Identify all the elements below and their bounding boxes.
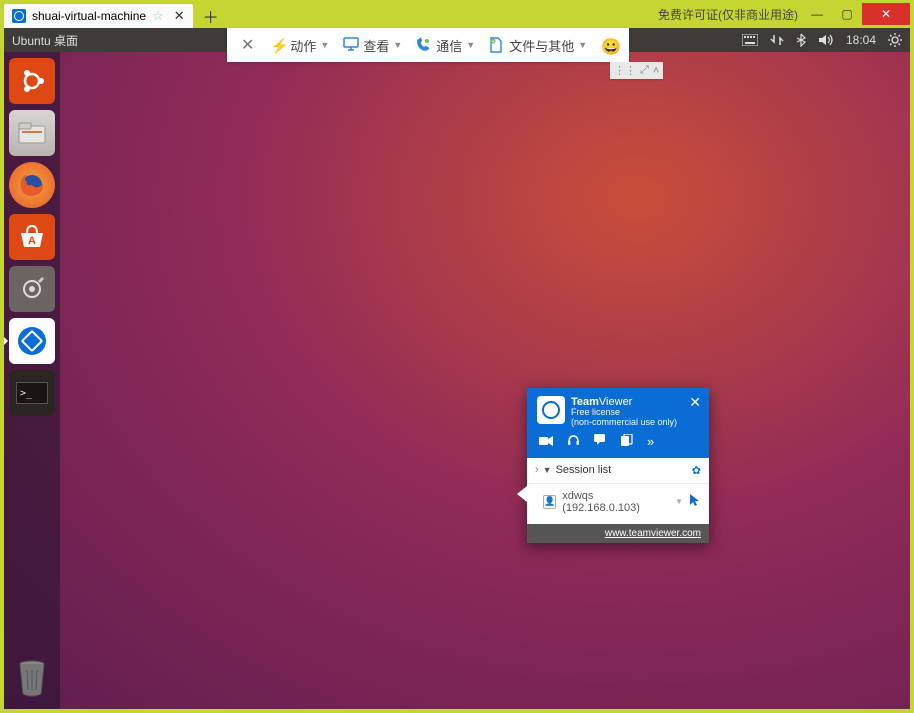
gear-icon[interactable] [888,33,902,47]
remote-toolbar: ✕ ⚡ 动作 ▼ 查看 ▼ 通信 ▼ + 文件与其他 ▼ 😀 [227,28,629,62]
more-icon[interactable]: » [647,434,654,450]
maximize-button[interactable]: ▢ [832,3,862,25]
settings-launcher[interactable] [9,266,55,312]
toolbar-comm-label: 通信 [436,36,462,55]
window-controls: — ▢ ✕ [802,3,910,25]
trash-launcher[interactable] [9,655,55,701]
chevron-down-icon: ▼ [393,40,402,50]
collapse-icon[interactable]: ▼ [543,465,552,475]
license-line2: (non-commercial use only) [571,418,677,428]
session-entry[interactable]: 👤 xdwqs (192.168.0.103) ▼ [527,484,709,524]
files-launcher[interactable] [9,110,55,156]
dropdown-icon[interactable]: ▼ [675,497,683,506]
minimize-button[interactable]: — [802,3,832,25]
panel-actions: » [537,428,699,452]
phone-icon [416,37,432,53]
chevron-up-icon: ˄ [653,65,659,77]
tab-title: shuai-virtual-machine [32,9,146,23]
dash-button[interactable] [9,58,55,104]
toolbar-action[interactable]: ⚡ 动作 ▼ [264,34,335,57]
toolbar-handle[interactable]: ⋮⋮ ⤢ ˄ [610,62,663,79]
software-center-launcher[interactable]: A [9,214,55,260]
toolbar-feedback[interactable]: 😀 [595,35,623,55]
video-icon[interactable] [539,434,553,450]
unity-launcher: A >_ [4,52,60,709]
session-list-label: Session list [556,464,612,476]
headset-icon[interactable] [567,434,580,450]
teamviewer-logo-icon [537,396,565,424]
files-icon[interactable] [621,434,633,450]
session-settings-icon[interactable]: ✿ [692,464,701,477]
license-text: 免费许可证(仅非商业用途) [658,6,798,23]
panel-close-icon[interactable]: ✕ [689,394,701,411]
expand-arrows-icon: ⤢ [640,64,649,77]
bluetooth-icon[interactable] [796,33,806,47]
panel-footer-link[interactable]: www.teamviewer.com [527,524,709,543]
remote-desktop: Ubuntu 桌面 18:04 [4,28,910,709]
toolbar-files-label: 文件与其他 [509,36,574,55]
expand-icon[interactable]: › [535,464,539,476]
smile-icon: 😀 [601,37,617,53]
user-icon: 👤 [543,495,556,509]
chevron-down-icon: ▼ [466,40,475,50]
chevron-down-icon: ▼ [578,40,587,50]
new-tab-button[interactable]: ＋ [199,4,223,28]
teamviewer-launcher[interactable] [9,318,55,364]
toolbar-view-label: 查看 [363,36,389,55]
menubar-label[interactable]: Ubuntu 桌面 [12,32,78,49]
teamviewer-panel: ✕ TeamViewer Free license (non-commercia… [527,388,709,543]
session-list-header[interactable]: › ▼ Session list ✿ [527,458,709,484]
close-button[interactable]: ✕ [862,3,910,25]
toolbar-action-label: 动作 [290,36,316,55]
session-entry-label: xdwqs (192.168.0.103) [562,490,667,514]
tab-close-icon[interactable]: ✕ [174,8,185,24]
terminal-launcher[interactable]: >_ [9,370,55,416]
toolbar-files[interactable]: + 文件与其他 ▼ [483,34,593,57]
grip-icon: ⋮⋮ [614,64,636,77]
window-titlebar: shuai-virtual-machine ☆ ✕ ＋ 免费许可证(仅非商业用途… [0,0,914,28]
file-icon: + [489,37,505,53]
keyboard-icon[interactable] [742,34,758,46]
chevron-down-icon: ▼ [320,40,329,50]
chat-icon[interactable] [594,434,607,450]
bolt-icon: ⚡ [270,37,286,53]
monitor-icon [343,37,359,53]
svg-text:+: + [492,39,495,45]
toolbar-view[interactable]: 查看 ▼ [337,34,408,57]
panel-arrow [517,486,527,502]
toolbar-comm[interactable]: 通信 ▼ [410,34,481,57]
svg-text:A: A [28,235,36,247]
volume-icon[interactable] [818,33,834,47]
star-icon[interactable]: ☆ [152,8,164,24]
panel-header: ✕ TeamViewer Free license (non-commercia… [527,388,709,458]
firefox-launcher[interactable] [9,162,55,208]
teamviewer-icon [12,9,26,23]
cursor-icon[interactable] [689,493,701,510]
session-tab[interactable]: shuai-virtual-machine ☆ ✕ [4,4,193,28]
clock[interactable]: 18:04 [846,33,876,47]
system-tray: 18:04 [742,33,902,47]
toolbar-close-icon[interactable]: ✕ [233,35,262,55]
network-icon[interactable] [770,33,784,47]
